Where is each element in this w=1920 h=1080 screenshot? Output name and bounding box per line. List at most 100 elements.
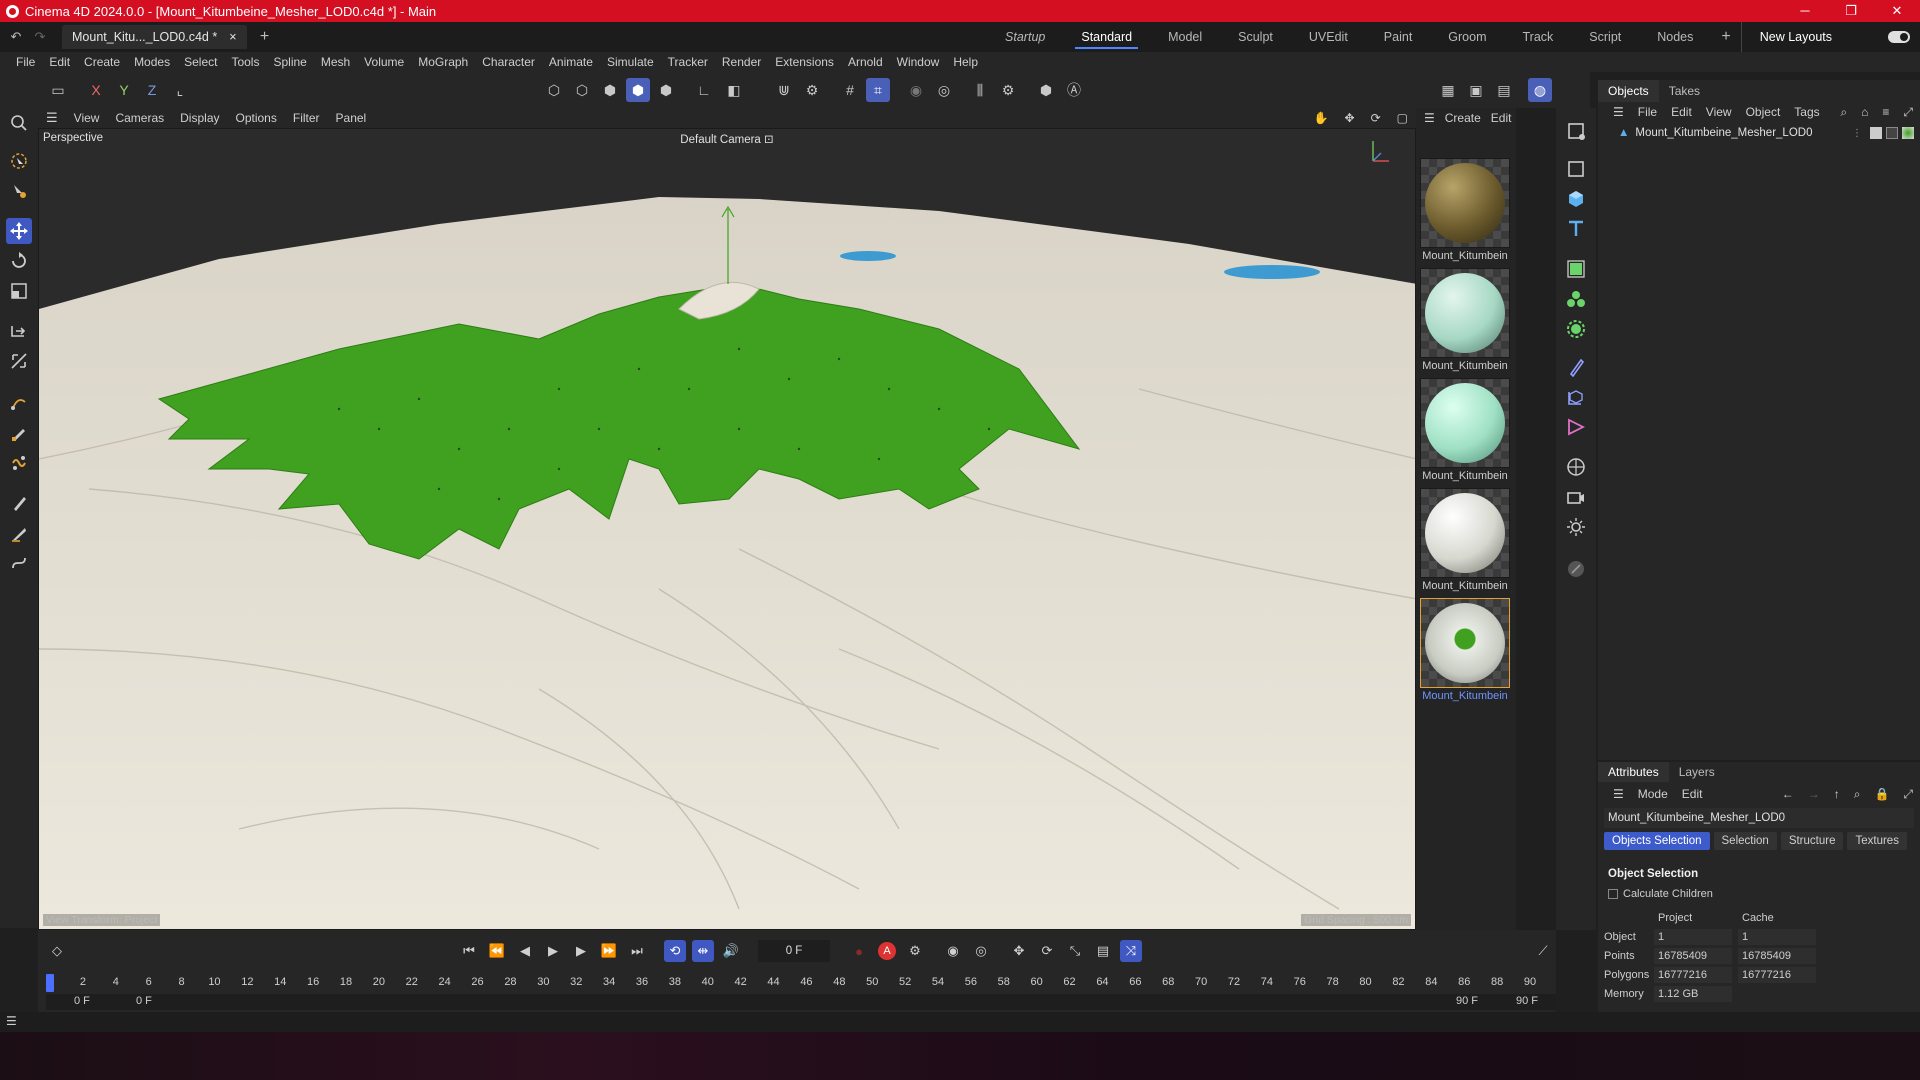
objects-expand-icon[interactable]: ⤢ xyxy=(1896,105,1920,120)
rotate-tool-icon[interactable] xyxy=(6,248,32,274)
layout-startup[interactable]: Startup xyxy=(987,22,1063,52)
menu-extensions[interactable]: Extensions xyxy=(768,55,841,69)
status-menu-icon[interactable]: ☰ xyxy=(6,1014,17,1028)
snap-settings-icon[interactable]: ⚙ xyxy=(800,78,824,102)
objects-hamburger-icon[interactable]: ☰ xyxy=(1606,105,1631,119)
redo-icon[interactable]: ↷ xyxy=(28,29,52,45)
render-view-icon[interactable]: ◎ xyxy=(932,78,956,102)
keyframe-icon[interactable]: ◇ xyxy=(46,940,68,962)
menu-character[interactable]: Character xyxy=(475,55,542,69)
subtab-structure[interactable]: Structure xyxy=(1780,832,1844,850)
symmetry-settings-icon[interactable]: ⚙ xyxy=(996,78,1020,102)
layout-standard[interactable]: Standard xyxy=(1063,22,1150,52)
tab-attributes[interactable]: Attributes xyxy=(1598,762,1669,782)
viewport-menu-cameras[interactable]: Cameras xyxy=(107,111,172,125)
3d-viewport[interactable]: Perspective Default Camera ⊡ View Transf… xyxy=(38,128,1416,930)
mesh-tag-icon[interactable] xyxy=(1870,127,1882,139)
layout-paint[interactable]: Paint xyxy=(1366,22,1431,52)
attributes-menu-edit[interactable]: Edit xyxy=(1675,787,1710,801)
light-object-icon[interactable] xyxy=(1563,514,1589,540)
transfer-tool-icon[interactable] xyxy=(6,318,32,344)
viewport-menu-options[interactable]: Options xyxy=(228,111,285,125)
next-frame-button[interactable]: ▶ xyxy=(570,940,592,962)
environment-object-icon[interactable] xyxy=(1563,454,1589,480)
close-button[interactable]: ✕ xyxy=(1874,0,1920,22)
position-key-icon[interactable]: ✥ xyxy=(1008,940,1030,962)
polygons-mode-icon[interactable]: ⬢ xyxy=(598,78,622,102)
range-end-b[interactable]: 90 F xyxy=(1516,995,1538,1007)
point-level-key-icon[interactable]: ⤨ xyxy=(1120,940,1142,962)
z-axis-toggle[interactable]: Z xyxy=(140,78,164,102)
layout-script[interactable]: Script xyxy=(1571,22,1639,52)
parameter-key-icon[interactable]: ▤ xyxy=(1092,940,1114,962)
preview-range-button[interactable]: ⇹ xyxy=(692,940,714,962)
material-swatch-5[interactable]: Mount_Kitumbein xyxy=(1420,598,1510,706)
viewport-menu-display[interactable]: Display xyxy=(172,111,227,125)
material-hamburger-icon[interactable]: ☰ xyxy=(1424,111,1435,125)
render-region-icon[interactable]: ◉ xyxy=(904,78,928,102)
menu-edit[interactable]: Edit xyxy=(42,55,77,69)
range-start-b[interactable]: 0 F xyxy=(136,995,152,1007)
effector-object-icon[interactable] xyxy=(1563,316,1589,342)
volume-object-icon[interactable] xyxy=(1563,414,1589,440)
objects-filter-icon[interactable]: ≡ xyxy=(1875,105,1896,119)
material-swatch-1[interactable]: Mount_Kitumbein xyxy=(1420,158,1510,266)
sound-icon[interactable]: 🔊 xyxy=(720,940,742,962)
attributes-expand-icon[interactable]: ⤢ xyxy=(1896,787,1920,802)
camera-object-icon[interactable] xyxy=(1563,484,1589,510)
menu-modes[interactable]: Modes xyxy=(127,55,177,69)
objects-menu-tags[interactable]: Tags xyxy=(1787,105,1826,119)
back-arrow-icon[interactable]: ← xyxy=(1775,787,1801,801)
grid-snap-icon[interactable]: ⌗ xyxy=(866,78,890,102)
tab-takes[interactable]: Takes xyxy=(1659,80,1710,102)
menu-volume[interactable]: Volume xyxy=(357,55,411,69)
viewport-menu-filter[interactable]: Filter xyxy=(285,111,328,125)
x-axis-toggle[interactable]: X xyxy=(84,78,108,102)
menu-mograph[interactable]: MoGraph xyxy=(411,55,475,69)
layout-sculpt[interactable]: Sculpt xyxy=(1220,22,1291,52)
rotate-view-icon[interactable]: ⟳ xyxy=(1363,111,1389,125)
objects-menu-view[interactable]: View xyxy=(1699,105,1739,119)
previous-key-button[interactable]: ⏪ xyxy=(486,940,508,962)
viewport-menu-view[interactable]: View xyxy=(66,111,108,125)
play-button[interactable]: ▶ xyxy=(542,940,564,962)
axis-mode-icon[interactable]: ∟ xyxy=(692,78,716,102)
menu-mesh[interactable]: Mesh xyxy=(314,55,357,69)
objects-menu-object[interactable]: Object xyxy=(1739,105,1788,119)
document-mode-icon[interactable]: ▭ xyxy=(46,78,70,102)
knife-tool-icon[interactable] xyxy=(6,520,32,546)
render-picture-viewer-icon[interactable]: ▦ xyxy=(1436,78,1460,102)
visibility-dots-icon[interactable]: ⋮ xyxy=(1852,128,1862,139)
material-swatch-2[interactable]: Mount_Kitumbein xyxy=(1420,268,1510,376)
add-tab-button[interactable]: + xyxy=(253,28,277,46)
symmetry-icon[interactable]: ⫼ xyxy=(968,78,992,102)
forward-arrow-icon[interactable]: → xyxy=(1801,787,1827,801)
pla-icon[interactable]: ◎ xyxy=(970,940,992,962)
null-object-icon[interactable] xyxy=(1563,156,1589,182)
menu-animate[interactable]: Animate xyxy=(542,55,600,69)
texture-tag-icon[interactable] xyxy=(1886,127,1898,139)
layout-model[interactable]: Model xyxy=(1150,22,1220,52)
motion-clip-icon[interactable]: ◉ xyxy=(942,940,964,962)
subtab-textures[interactable]: Textures xyxy=(1847,832,1907,850)
texture-mode-icon[interactable]: ◧ xyxy=(722,78,746,102)
subtab-objects-selection[interactable]: Objects Selection xyxy=(1604,832,1710,850)
y-axis-toggle[interactable]: Y xyxy=(112,78,136,102)
lock-icon[interactable]: 🔒 xyxy=(1867,787,1896,801)
playhead[interactable] xyxy=(46,974,54,992)
material-menu-create[interactable]: Create xyxy=(1445,111,1481,125)
menu-simulate[interactable]: Simulate xyxy=(600,55,661,69)
menu-arnold[interactable]: Arnold xyxy=(841,55,890,69)
coordinate-system-icon[interactable]: ⌞ xyxy=(168,78,192,102)
attributes-search-icon[interactable]: ⌕ xyxy=(1847,787,1868,802)
autokey-button[interactable]: A xyxy=(876,940,898,962)
pan-view-icon[interactable]: ✋ xyxy=(1306,111,1337,125)
material-swatch-3[interactable]: Mount_Kitumbein xyxy=(1420,378,1510,486)
tab-layers[interactable]: Layers xyxy=(1669,762,1725,782)
objects-search-icon[interactable]: ⌕ xyxy=(1833,105,1854,120)
close-tab-icon[interactable]: × xyxy=(229,30,236,44)
menu-tools[interactable]: Tools xyxy=(224,55,266,69)
edit-render-settings-icon[interactable]: ▤ xyxy=(1492,78,1516,102)
calculate-children-checkbox[interactable] xyxy=(1608,889,1618,899)
calculate-children-option[interactable]: Calculate Children xyxy=(1608,888,1713,900)
